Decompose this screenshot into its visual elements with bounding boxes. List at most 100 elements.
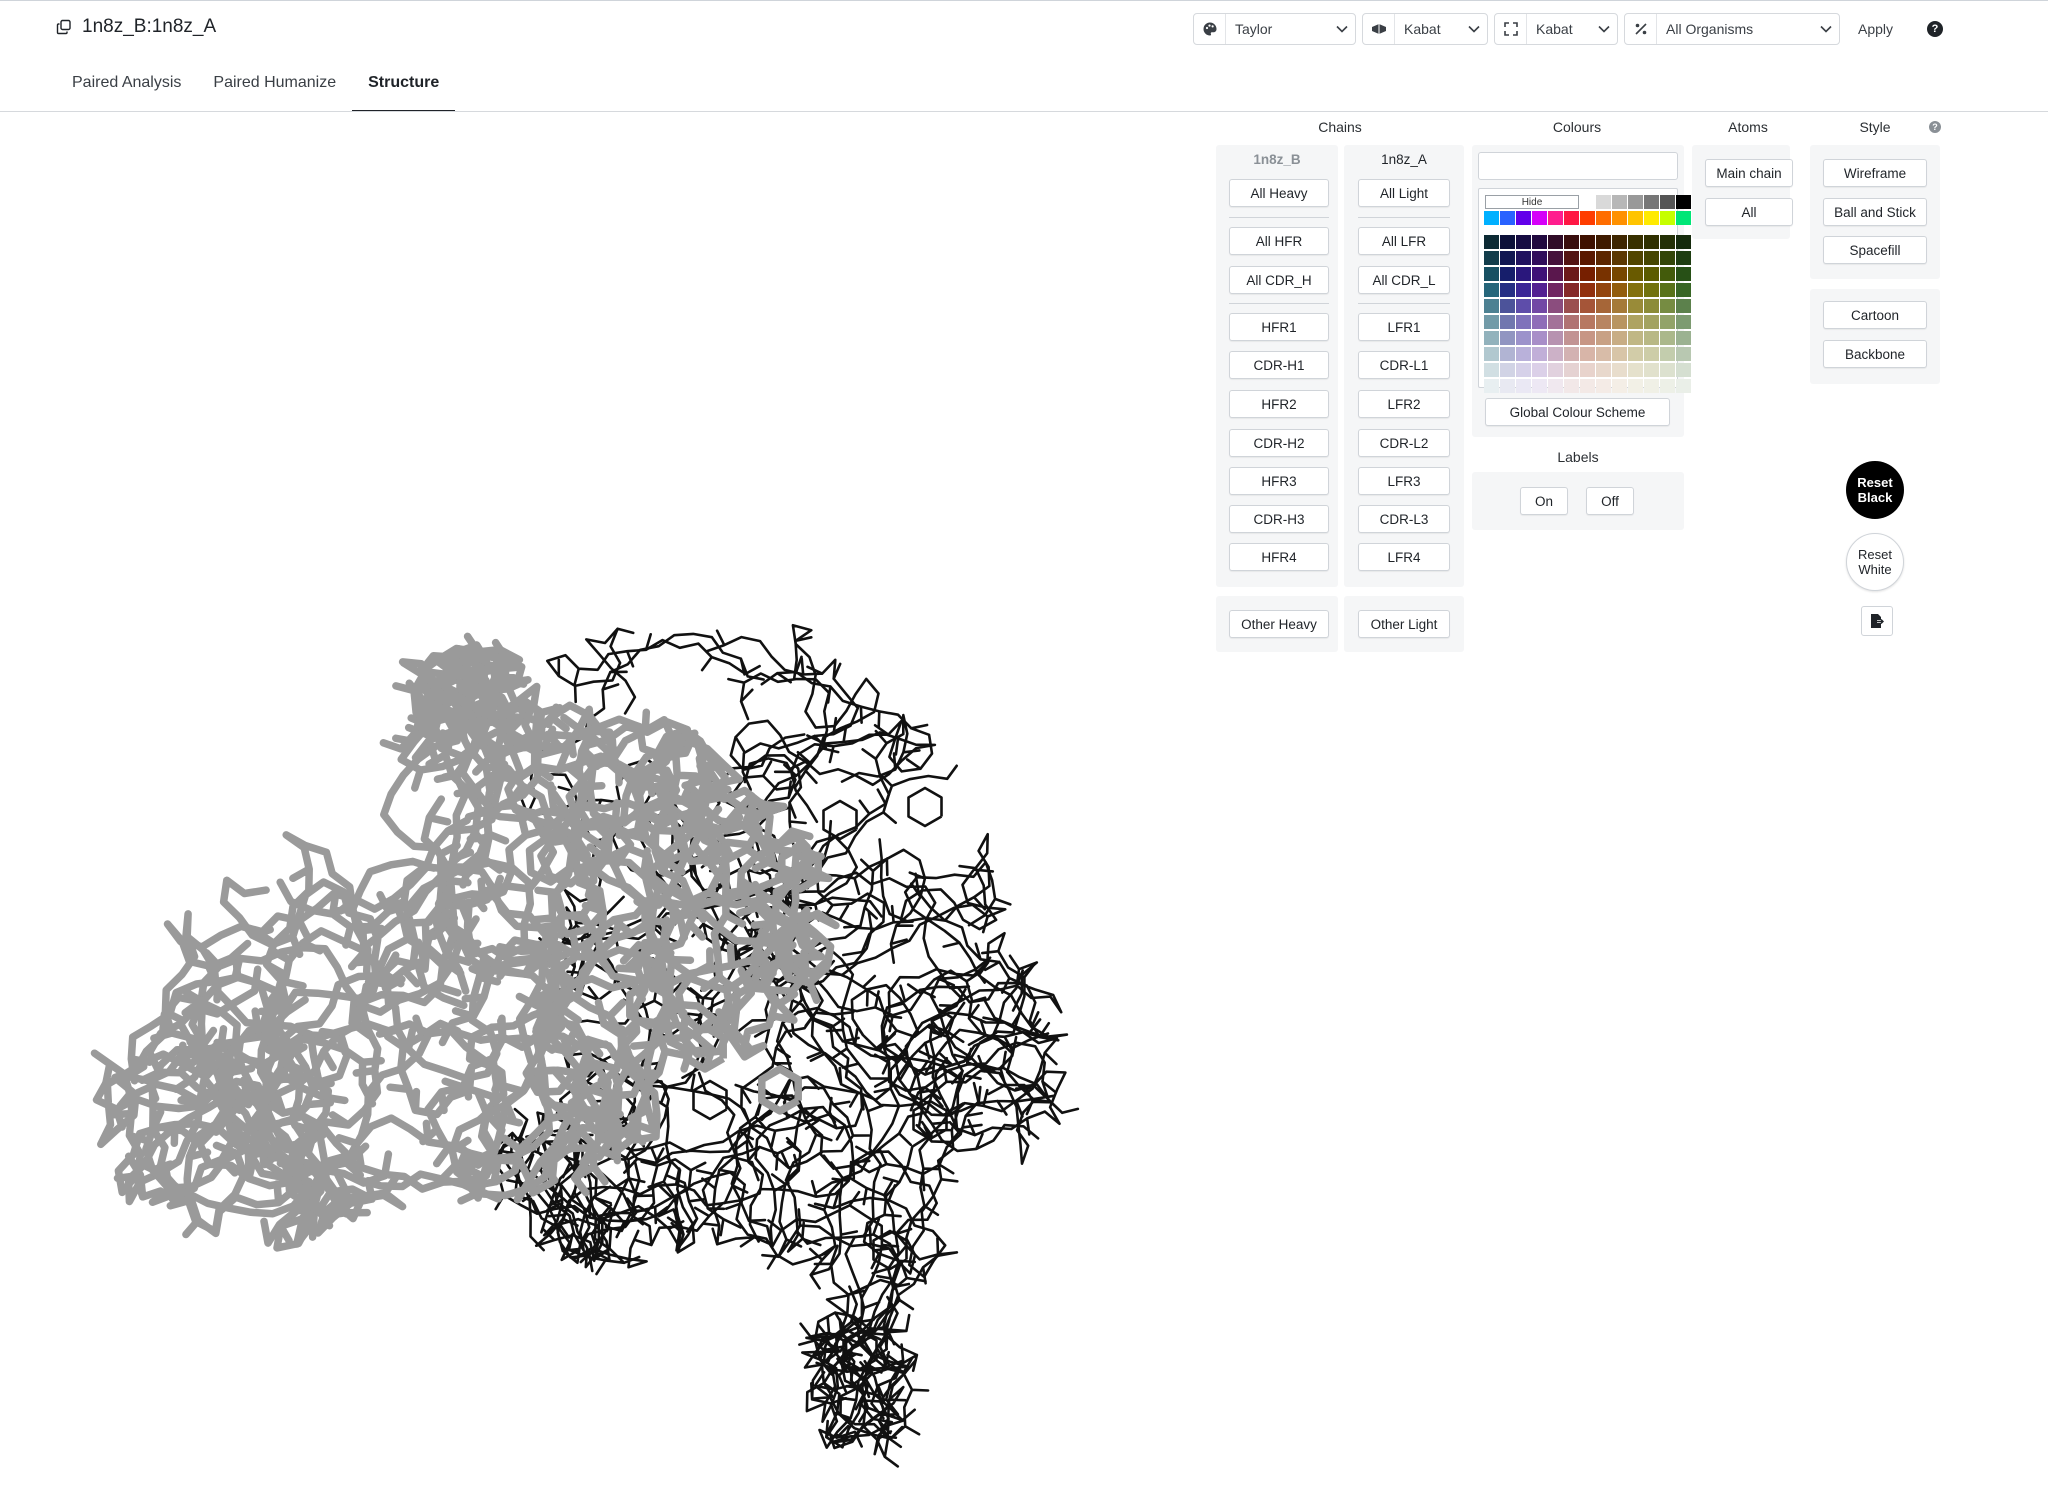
colour-swatch[interactable] — [1628, 211, 1643, 225]
lfr1-button[interactable]: LFR1 — [1358, 313, 1450, 341]
chain-a-name[interactable]: 1n8z_A — [1344, 152, 1464, 167]
colour-swatch[interactable] — [1484, 267, 1499, 281]
colour-swatch[interactable] — [1628, 347, 1643, 361]
colour-swatch[interactable] — [1660, 211, 1675, 225]
reset-black-button[interactable]: Reset Black — [1846, 461, 1904, 519]
hide-colour-button[interactable]: Hide — [1485, 195, 1579, 209]
colour-swatch[interactable] — [1676, 315, 1691, 329]
colour-swatch[interactable] — [1644, 299, 1659, 313]
colour-swatch[interactable] — [1564, 283, 1579, 297]
colour-swatch[interactable] — [1644, 363, 1659, 377]
colour-swatch[interactable] — [1548, 283, 1563, 297]
colour-swatch[interactable] — [1596, 315, 1611, 329]
colour-swatch[interactable] — [1660, 235, 1675, 249]
colour-swatch[interactable] — [1500, 267, 1515, 281]
colour-swatch[interactable] — [1532, 283, 1547, 297]
colour-swatch[interactable] — [1660, 195, 1675, 209]
main-chain-button[interactable]: Main chain — [1705, 159, 1793, 187]
lfr2-button[interactable]: LFR2 — [1358, 390, 1450, 418]
labels-off-button[interactable]: Off — [1586, 487, 1634, 515]
colour-swatch[interactable] — [1564, 363, 1579, 377]
colour-swatch[interactable] — [1644, 195, 1659, 209]
colour-swatch[interactable] — [1612, 267, 1627, 281]
reset-white-button[interactable]: Reset White — [1846, 533, 1904, 591]
tab-paired-humanize[interactable]: Paired Humanize — [197, 64, 352, 112]
colour-swatch[interactable] — [1612, 251, 1627, 265]
colour-swatch[interactable] — [1612, 331, 1627, 345]
colour-swatch[interactable] — [1532, 315, 1547, 329]
colour-swatch[interactable] — [1660, 299, 1675, 313]
colour-swatch[interactable] — [1612, 315, 1627, 329]
colour-swatch[interactable] — [1612, 283, 1627, 297]
colour-swatch[interactable] — [1484, 251, 1499, 265]
colour-swatch[interactable] — [1532, 299, 1547, 313]
colour-swatch[interactable] — [1516, 251, 1531, 265]
colour-swatch[interactable] — [1612, 347, 1627, 361]
colour-swatch[interactable] — [1532, 363, 1547, 377]
export-image-button[interactable] — [1861, 606, 1893, 636]
colour-swatch[interactable] — [1500, 235, 1515, 249]
labels-on-button[interactable]: On — [1520, 487, 1568, 515]
all-atoms-button[interactable]: All — [1705, 198, 1793, 226]
colour-swatch[interactable] — [1484, 363, 1499, 377]
cdr-h3-button[interactable]: CDR-H3 — [1229, 505, 1329, 533]
colour-swatch[interactable] — [1612, 379, 1627, 393]
chain-b-name[interactable]: 1n8z_B — [1216, 152, 1338, 167]
copy-icon[interactable] — [56, 19, 72, 35]
colour-swatch[interactable] — [1644, 331, 1659, 345]
all-light-button[interactable]: All Light — [1358, 179, 1450, 207]
spacefill-button[interactable]: Spacefill — [1823, 236, 1927, 264]
colour-swatch[interactable] — [1596, 363, 1611, 377]
colour-swatch[interactable] — [1596, 235, 1611, 249]
lfr3-button[interactable]: LFR3 — [1358, 467, 1450, 495]
colour-swatch[interactable] — [1628, 267, 1643, 281]
help-icon[interactable]: ? — [1929, 121, 1941, 133]
colour-swatch[interactable] — [1644, 283, 1659, 297]
hfr2-button[interactable]: HFR2 — [1229, 390, 1329, 418]
colour-swatch[interactable] — [1548, 267, 1563, 281]
colour-swatch[interactable] — [1676, 251, 1691, 265]
colour-swatch[interactable] — [1628, 283, 1643, 297]
cdr-h1-button[interactable]: CDR-H1 — [1229, 351, 1329, 379]
apply-button[interactable]: Apply — [1848, 13, 1903, 45]
colour-swatch[interactable] — [1580, 283, 1595, 297]
cartoon-button[interactable]: Cartoon — [1823, 301, 1927, 329]
colour-swatch[interactable] — [1676, 283, 1691, 297]
colour-swatch[interactable] — [1660, 331, 1675, 345]
colour-swatch[interactable] — [1580, 347, 1595, 361]
colour-swatch[interactable] — [1628, 315, 1643, 329]
colour-swatch[interactable] — [1596, 379, 1611, 393]
lfr4-button[interactable]: LFR4 — [1358, 543, 1450, 571]
colour-swatch[interactable] — [1644, 235, 1659, 249]
colour-swatch[interactable] — [1660, 315, 1675, 329]
colour-swatch[interactable] — [1484, 331, 1499, 345]
colour-swatch[interactable] — [1500, 251, 1515, 265]
colour-swatch[interactable] — [1516, 235, 1531, 249]
all-cdr-l-button[interactable]: All CDR_L — [1358, 266, 1450, 294]
colour-swatch[interactable] — [1484, 315, 1499, 329]
colour-swatch[interactable] — [1596, 331, 1611, 345]
colour-swatch[interactable] — [1564, 315, 1579, 329]
colour-swatch[interactable] — [1580, 363, 1595, 377]
cdr-l1-button[interactable]: CDR-L1 — [1358, 351, 1450, 379]
colour-swatch[interactable] — [1564, 267, 1579, 281]
colour-swatch[interactable] — [1628, 299, 1643, 313]
colour-swatch[interactable] — [1612, 235, 1627, 249]
colour-swatch[interactable] — [1628, 379, 1643, 393]
colour-swatch[interactable] — [1516, 347, 1531, 361]
colour-swatch[interactable] — [1676, 299, 1691, 313]
colour-swatch[interactable] — [1660, 363, 1675, 377]
colour-scheme-select[interactable]: Taylor — [1193, 13, 1356, 45]
colour-swatch[interactable] — [1548, 363, 1563, 377]
colour-swatch[interactable] — [1596, 195, 1611, 209]
colour-swatch[interactable] — [1596, 251, 1611, 265]
colour-swatch[interactable] — [1580, 211, 1595, 225]
colour-swatch[interactable] — [1500, 363, 1515, 377]
cdr-l2-button[interactable]: CDR-L2 — [1358, 429, 1450, 457]
colour-swatch[interactable] — [1580, 331, 1595, 345]
colour-swatch[interactable] — [1580, 251, 1595, 265]
colour-swatch[interactable] — [1628, 251, 1643, 265]
colour-swatch[interactable] — [1500, 211, 1515, 225]
tab-paired-analysis[interactable]: Paired Analysis — [56, 64, 197, 112]
colour-swatch[interactable] — [1532, 251, 1547, 265]
